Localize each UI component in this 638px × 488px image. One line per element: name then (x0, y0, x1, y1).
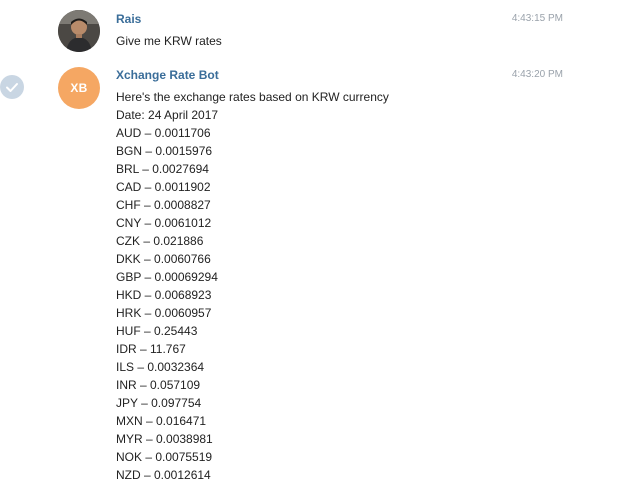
message-body: Here's the exchange rates based on KRW c… (116, 88, 389, 484)
chat-history: Rais 4:43:15 PM Give me KRW rates XB Xch… (0, 0, 638, 488)
rate-line: MYR – 0.0038981 (116, 432, 213, 446)
rate-line: MXN – 0.016471 (116, 414, 207, 428)
user-avatar[interactable] (58, 10, 100, 52)
rate-line: NZD – 0.0012614 (116, 468, 211, 482)
rate-line: HKD – 0.0068923 (116, 288, 212, 302)
person-photo-icon (58, 10, 100, 52)
rate-line: GBP – 0.00069294 (116, 270, 218, 284)
sender-name[interactable]: Rais (116, 12, 141, 26)
rate-line: JPY – 0.097754 (116, 396, 202, 410)
rate-line: ILS – 0.0032364 (116, 360, 205, 374)
rate-line: CHF – 0.0008827 (116, 198, 211, 212)
rate-line: HRK – 0.0060957 (116, 306, 212, 320)
sender-name[interactable]: Xchange Rate Bot (116, 68, 219, 82)
rate-line: INR – 0.057109 (116, 378, 201, 392)
rate-line: HUF – 0.25443 (116, 324, 198, 338)
avatar-initials: XB (70, 81, 88, 95)
rate-line: IDR – 11.767 (116, 342, 186, 356)
rate-line: CAD – 0.0011902 (116, 180, 211, 194)
message-rais[interactable]: Rais 4:43:15 PM Give me KRW rates (0, 0, 638, 62)
bot-avatar[interactable]: XB (58, 67, 100, 109)
rate-line: DKK – 0.0060766 (116, 252, 211, 266)
message-date: Date: 24 April 2017 (116, 108, 219, 122)
rate-line: CZK – 0.021886 (116, 234, 204, 248)
message-timestamp: 4:43:15 PM (511, 13, 563, 24)
rates-list: AUD – 0.0011706 BGN – 0.0015976 BRL – 0.00… (116, 124, 389, 484)
message-text: Give me KRW rates (116, 34, 222, 48)
message-timestamp: 4:43:20 PM (511, 69, 563, 80)
message-xchange-rate-bot[interactable]: XB Xchange Rate Bot 4:43:20 PM Here's th… (0, 62, 638, 488)
rate-line: CNY – 0.0061012 (116, 216, 212, 230)
rate-line: AUD – 0.0011706 (116, 126, 211, 140)
rate-line: NOK – 0.0075519 (116, 450, 213, 464)
selected-check-icon[interactable] (0, 75, 24, 99)
rate-line: BGN – 0.0015976 (116, 144, 213, 158)
message-intro: Here's the exchange rates based on KRW c… (116, 90, 389, 104)
rate-line: BRL – 0.0027694 (116, 162, 209, 176)
